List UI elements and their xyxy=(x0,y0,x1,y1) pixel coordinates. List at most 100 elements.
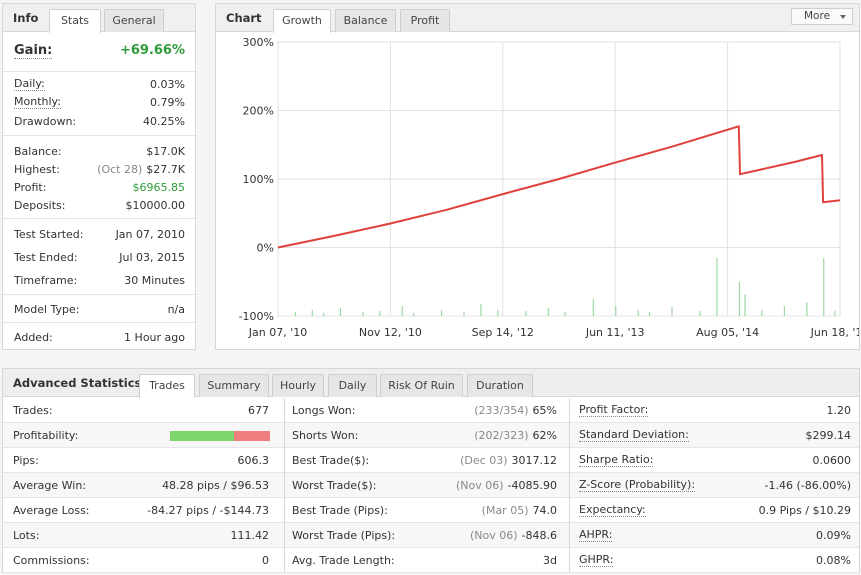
stat-value: 1.20 xyxy=(826,404,852,417)
x-tick-label: Jan 07, '10 xyxy=(248,326,307,339)
stat-value: (Oct 28) $27.7K xyxy=(97,163,185,176)
x-tick-label: Nov 12, '10 xyxy=(359,326,422,339)
stat-label: Drawdown: xyxy=(14,115,77,128)
gain-label[interactable]: Gain: xyxy=(14,43,53,59)
stat-value: 48.28 pips / $96.53 xyxy=(162,479,269,492)
more-label: More xyxy=(804,10,831,22)
volume-bar xyxy=(401,306,403,316)
profitability-win-bar xyxy=(170,431,234,441)
advanced-statistics-title: Advanced Statistics xyxy=(13,376,142,390)
volume-bar xyxy=(362,312,364,316)
volume-bar xyxy=(412,313,415,316)
stat-value: (Nov 06) -4085.90 xyxy=(455,479,557,492)
tab-stats[interactable]: Stats xyxy=(49,9,101,33)
stat-value: (202/323) 62% xyxy=(474,429,557,442)
stat-label[interactable]: Monthly: xyxy=(14,96,61,109)
table-row: Commissions: 0 Avg. Trade Length: 3d GHPR: 0.… xyxy=(3,548,859,573)
volume-bar xyxy=(547,308,549,316)
tab-duration[interactable]: Duration xyxy=(467,374,533,397)
divider xyxy=(3,135,195,136)
tab-trades[interactable]: Trades xyxy=(139,374,195,398)
tab-general[interactable]: General xyxy=(104,9,164,32)
volume-bar xyxy=(744,294,746,316)
volume-bar xyxy=(322,313,325,316)
stat-label: Worst Trade (Pips): xyxy=(292,529,396,542)
y-tick-label: -100% xyxy=(239,310,274,323)
stat-label[interactable]: Z-Score (Probability): xyxy=(579,479,696,492)
stat-label[interactable]: GHPR: xyxy=(579,554,614,567)
x-tick-label: Jun 11, '13 xyxy=(585,326,645,339)
column-divider xyxy=(284,398,285,572)
stat-value: 606.3 xyxy=(237,454,270,467)
stat-value: -1.46 (-86.00%) xyxy=(764,479,851,492)
y-tick-label: 100% xyxy=(243,173,274,186)
stat-value: -84.27 pips / -$144.73 xyxy=(147,504,269,517)
stat-value: 0.79% xyxy=(150,96,185,109)
volume-bar xyxy=(716,258,718,316)
y-axis: 300% 200% 100% 0% -100% xyxy=(239,36,274,323)
stat-label[interactable]: Daily: xyxy=(14,78,45,91)
stat-row-test-started: Test Started: Jan 07, 2010 xyxy=(3,226,195,244)
stat-row-model-type: Model Type: n/a xyxy=(3,301,195,319)
info-panel: Info Stats General Gain: +69.66% Daily: … xyxy=(2,3,196,350)
volume-bar xyxy=(637,310,639,316)
tab-profit[interactable]: Profit xyxy=(400,9,450,32)
growth-line-layer xyxy=(277,125,841,249)
volume-bar xyxy=(738,282,741,316)
stat-label: Pips: xyxy=(13,454,39,467)
stat-row-monthly: Monthly: 0.79% xyxy=(3,94,195,112)
stat-row-daily: Daily: 0.03% xyxy=(3,76,195,94)
stat-value: $6965.85 xyxy=(132,181,186,194)
stat-row-deposits: Deposits: $10000.00 xyxy=(3,197,195,215)
volume-bar xyxy=(823,258,825,316)
stat-label[interactable]: Standard Deviation: xyxy=(579,429,689,442)
stat-label: Profit: xyxy=(14,181,47,194)
tab-hourly[interactable]: Hourly xyxy=(272,374,324,397)
stat-value: $299.14 xyxy=(805,429,852,442)
table-row: Profitability: Shorts Won: (202/323) 62% Sta… xyxy=(3,423,859,448)
stat-value: 0.03% xyxy=(150,78,185,91)
info-panel-header: Info Stats General xyxy=(3,4,195,33)
y-tick-label: 0% xyxy=(257,242,274,255)
stat-label: Balance: xyxy=(14,145,62,158)
divider xyxy=(3,294,195,295)
stat-label: Worst Trade($): xyxy=(292,479,377,492)
stat-label: Model Type: xyxy=(14,303,80,316)
volume-bar xyxy=(615,306,617,316)
stat-value: Jan 07, 2010 xyxy=(115,228,185,241)
divider xyxy=(3,322,195,323)
stat-label: Average Win: xyxy=(13,479,87,492)
tab-growth[interactable]: Growth xyxy=(273,9,331,33)
stat-label: Avg. Trade Length: xyxy=(292,554,395,567)
volume-bar xyxy=(463,312,465,316)
stat-label[interactable]: Expectancy: xyxy=(579,504,646,517)
stat-value: 0.09% xyxy=(816,529,851,542)
stat-label: Longs Won: xyxy=(292,404,356,417)
stat-label[interactable]: Sharpe Ratio: xyxy=(579,454,654,467)
volume-bar xyxy=(648,312,651,316)
stat-label[interactable]: Profit Factor: xyxy=(579,404,649,417)
volume-bar xyxy=(806,302,808,316)
tab-daily[interactable]: Daily xyxy=(328,374,377,397)
divider xyxy=(3,218,195,219)
stat-value: $17.0K xyxy=(146,145,185,158)
gain-value: +69.66% xyxy=(119,43,185,58)
tab-risk-of-ruin[interactable]: Risk Of Ruin xyxy=(380,374,463,397)
more-dropdown[interactable]: More xyxy=(791,8,853,25)
stat-row-drawdown: Drawdown: 40.25% xyxy=(3,113,195,131)
advanced-statistics-panel: Advanced Statistics Trades Summary Hourl… xyxy=(2,368,860,573)
table-row: Average Win: 48.28 pips / $96.53 Worst Tra… xyxy=(3,473,859,498)
y-tick-label: 300% xyxy=(243,36,274,49)
stat-value: Jul 03, 2015 xyxy=(119,251,185,264)
volume-bar xyxy=(379,311,381,316)
tab-balance[interactable]: Balance xyxy=(335,9,396,32)
volume-bar xyxy=(311,310,313,316)
stat-value: 30 Minutes xyxy=(124,274,185,287)
stat-label[interactable]: AHPR: xyxy=(579,529,613,542)
volume-bar xyxy=(834,311,836,316)
stat-label: Timeframe: xyxy=(14,274,78,287)
tab-summary[interactable]: Summary xyxy=(199,374,269,397)
stat-value: n/a xyxy=(167,303,185,316)
volume-bar xyxy=(761,310,763,316)
x-axis: Jan 07, '10 Nov 12, '10 Sep 14, '12 Jun 11,… xyxy=(248,326,859,339)
